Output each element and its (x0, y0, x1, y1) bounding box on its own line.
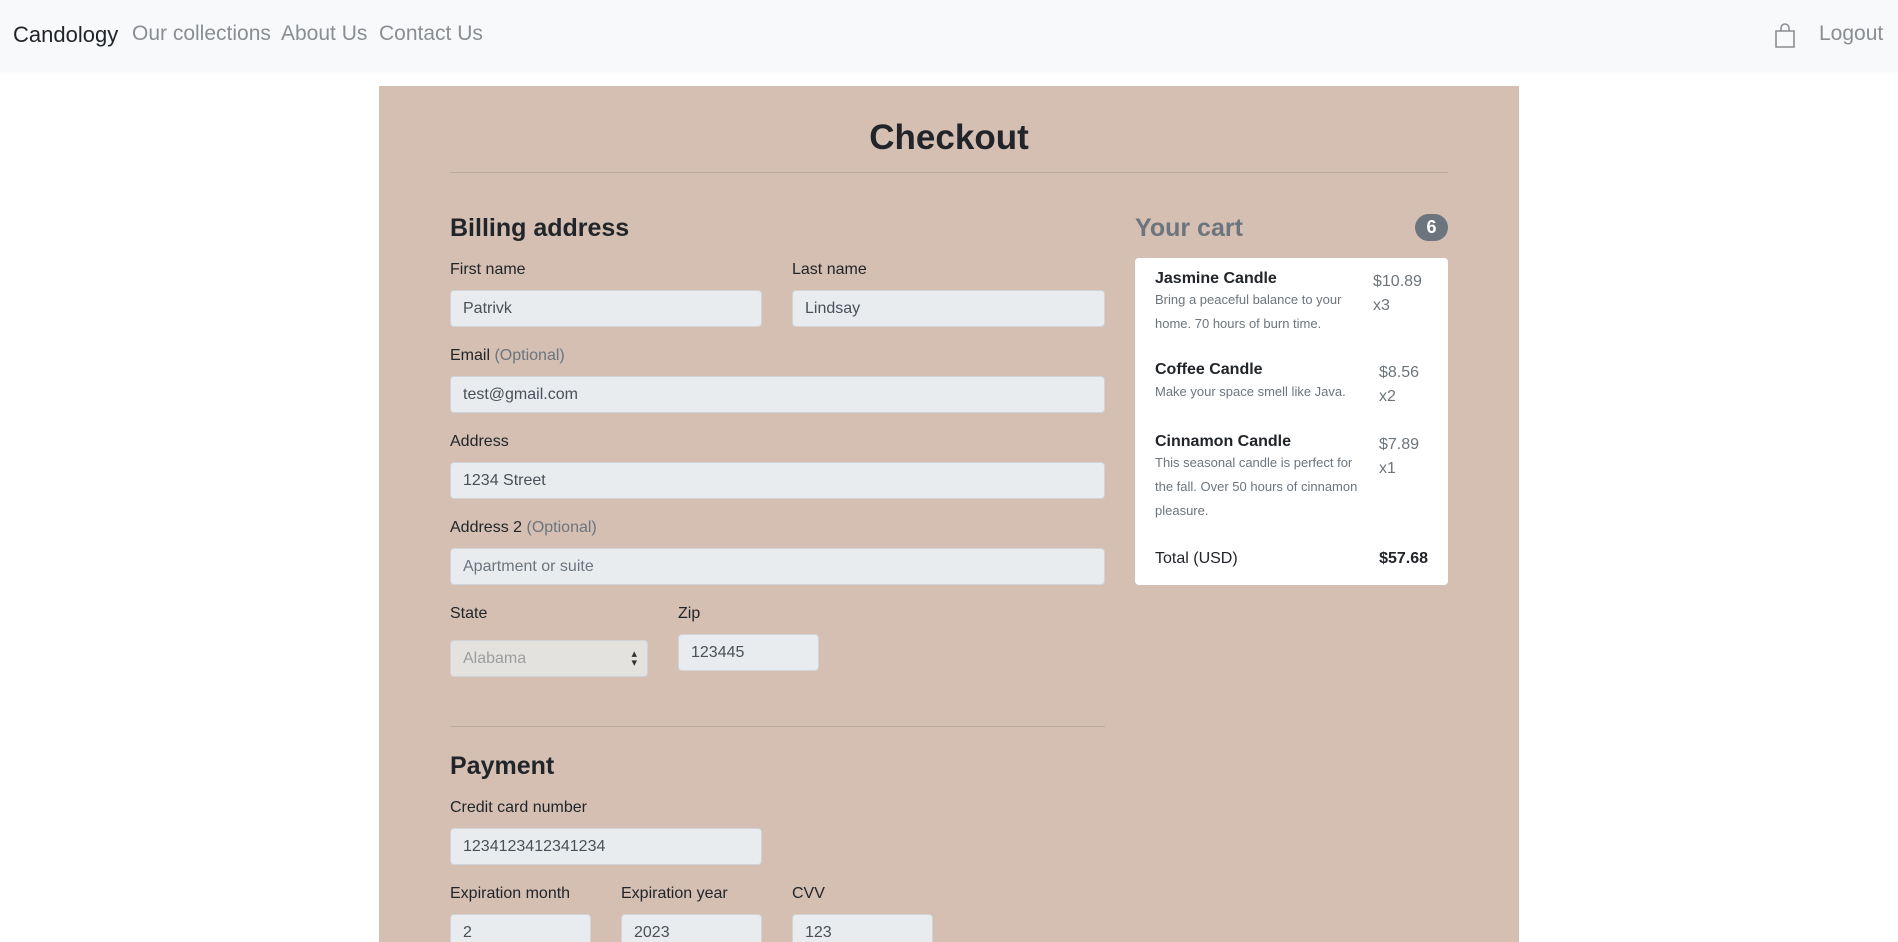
exp-year-field[interactable]: 2023 (621, 914, 762, 942)
last-name-label: Last name (792, 261, 867, 278)
cvv-label: CVV (792, 885, 825, 902)
select-caret-icon: ▴ ▾ (631, 648, 637, 669)
billing-heading: Billing address (450, 214, 630, 242)
nav-link-about-us[interactable]: About Us (281, 22, 367, 46)
address2-label-text: Address 2 (450, 519, 523, 536)
cart-list: Jasmine Candle Bring a peaceful balance … (1135, 258, 1448, 585)
cart-count-badge: 6 (1415, 214, 1448, 241)
first-name-label: First name (450, 261, 526, 278)
state-label: State (450, 605, 488, 622)
cart-item-name: Jasmine Candle (1155, 270, 1277, 287)
cvv-field[interactable]: 123 (792, 914, 933, 942)
cart-item-price: $8.56 (1379, 364, 1420, 381)
logout-link[interactable]: Logout (1819, 22, 1883, 46)
cart-title: Your cart (1135, 214, 1243, 242)
cart-item-desc: Bring a peaceful balance to your home. 7… (1155, 292, 1342, 331)
nav-link-our-collections[interactable]: Our collections (132, 22, 271, 46)
page-title: Checkout (869, 118, 1029, 157)
divider (450, 726, 1105, 727)
address2-optional-hint: (Optional) (526, 519, 597, 536)
first-name-field[interactable]: Patrivk (450, 290, 762, 327)
state-select-value: Alabama (463, 650, 527, 667)
shopping-bag-icon[interactable] (1774, 23, 1796, 49)
last-name-field[interactable]: Lindsay (792, 290, 1105, 327)
cart-item-desc: This seasonal candle is perfect for the … (1155, 455, 1358, 518)
email-optional-hint: (Optional) (494, 347, 565, 364)
cart-item-price: $10.89 (1373, 273, 1422, 290)
cart-item-name: Coffee Candle (1155, 361, 1263, 378)
cart-total-label: Total (USD) (1155, 550, 1238, 567)
card-number-field[interactable]: 1234123412341234 (450, 828, 762, 865)
cart-item-price: $7.89 (1379, 436, 1420, 453)
cart-item-qty: x1 (1379, 460, 1396, 477)
address2-label: Address 2 (Optional) (450, 519, 597, 537)
email-field[interactable]: test@gmail.com (450, 376, 1105, 413)
email-label: Email (Optional) (450, 347, 565, 365)
checkout-panel: Checkout Billing address First name Patr… (379, 86, 1519, 942)
cart-total-value: $57.68 (1379, 550, 1428, 567)
exp-year-label: Expiration year (621, 885, 728, 902)
address-label: Address (450, 433, 509, 450)
card-number-label: Credit card number (450, 799, 587, 816)
zip-field[interactable]: 123445 (678, 634, 819, 671)
top-navbar: Candology Our collections About Us Conta… (0, 0, 1898, 70)
email-label-text: Email (450, 347, 491, 364)
exp-month-label: Expiration month (450, 885, 571, 902)
cart-item-qty: x3 (1373, 297, 1390, 314)
cart-item-desc: Make your space smell like Java. (1155, 384, 1346, 399)
divider (450, 172, 1448, 173)
payment-heading: Payment (450, 752, 555, 780)
zip-label: Zip (678, 605, 701, 622)
exp-month-field[interactable]: 2 (450, 914, 591, 942)
nav-link-contact-us[interactable]: Contact Us (379, 22, 483, 46)
brand-logo[interactable]: Candology (13, 22, 118, 48)
address-field[interactable]: 1234 Street (450, 462, 1105, 499)
state-select[interactable]: Alabama ▴ ▾ (450, 640, 648, 677)
cart-item-name: Cinnamon Candle (1155, 433, 1292, 450)
cart-item-qty: x2 (1379, 388, 1396, 405)
address2-field[interactable]: Apartment or suite (450, 548, 1105, 585)
